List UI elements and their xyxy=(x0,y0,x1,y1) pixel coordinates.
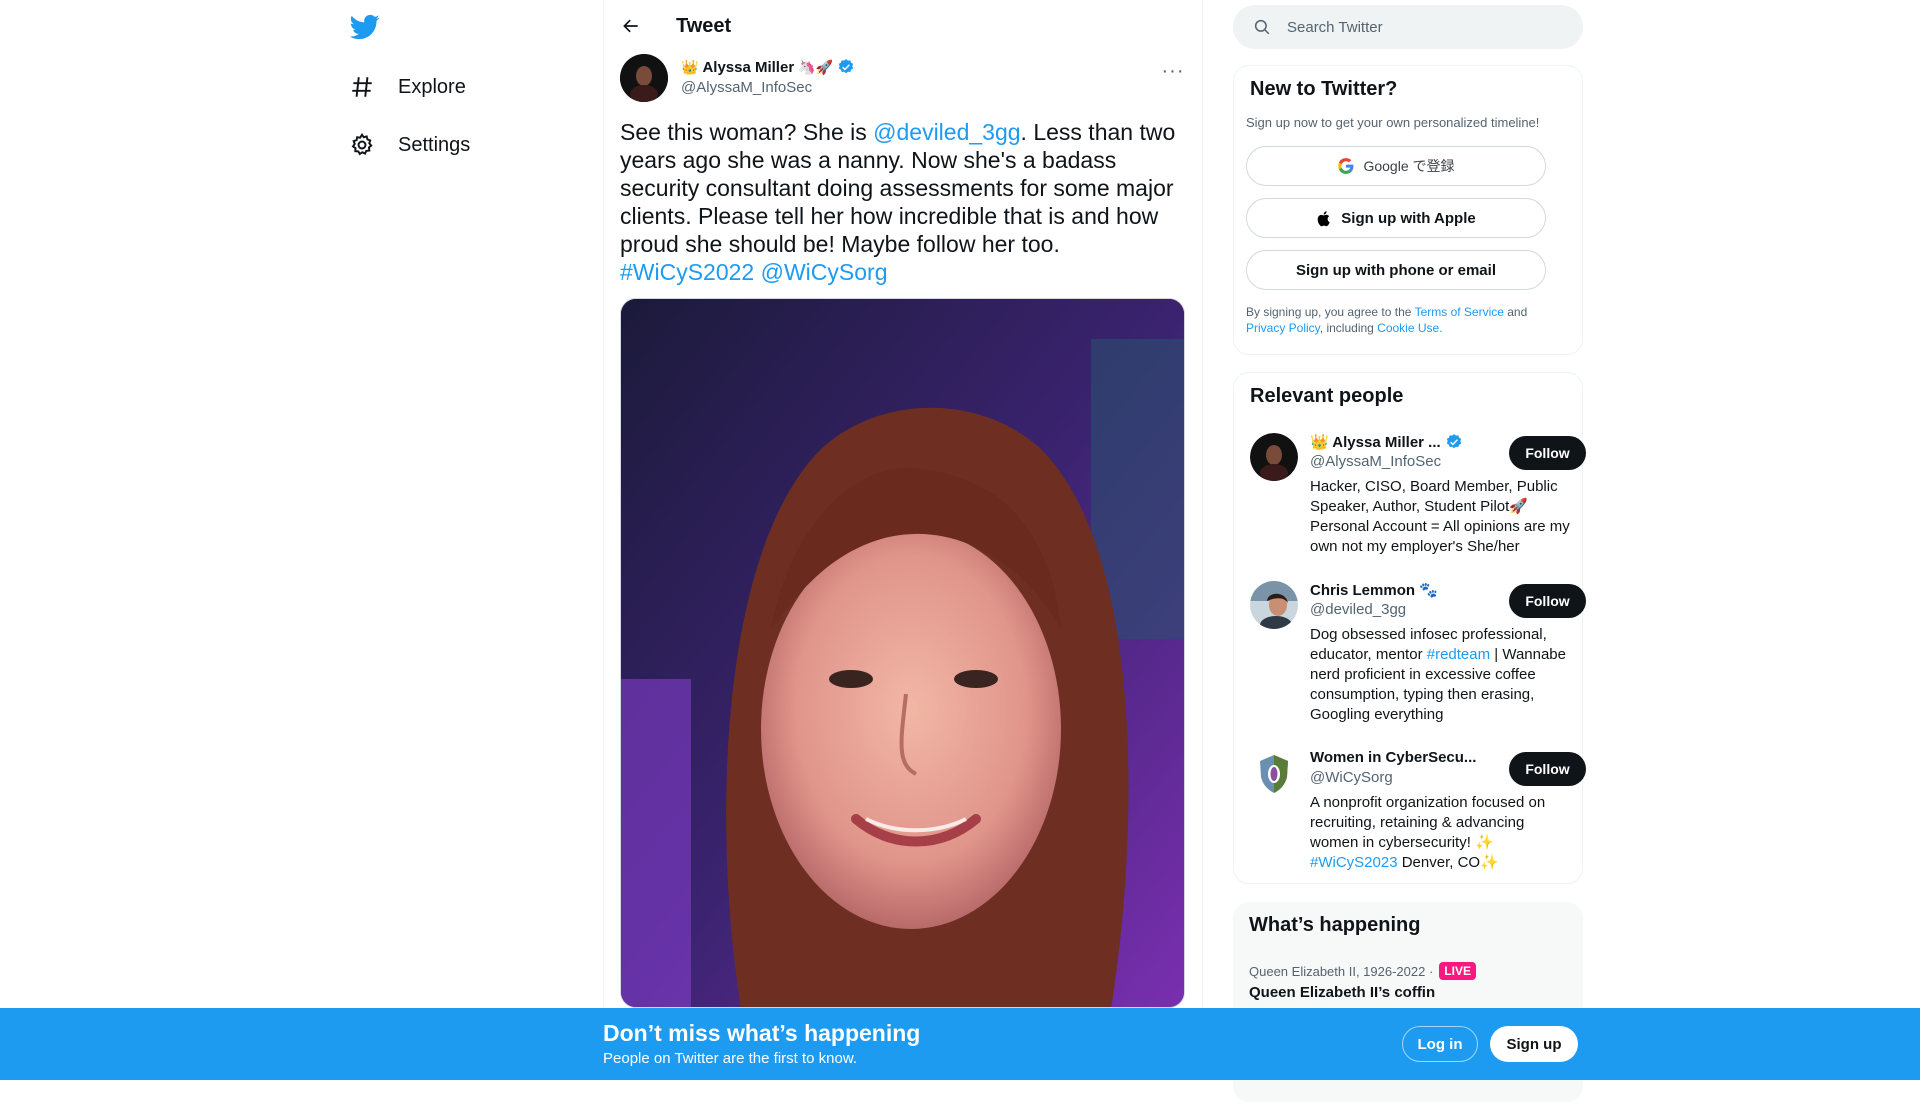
search-input[interactable] xyxy=(1287,18,1547,36)
person-name[interactable]: Women in CyberSecu... xyxy=(1310,749,1476,766)
person-bio-part1: A nonprofit organization focused on recr… xyxy=(1310,794,1546,851)
avatar[interactable] xyxy=(1250,581,1298,629)
person-handle[interactable]: @AlyssaM_InfoSec xyxy=(1310,453,1441,470)
person-bio: Hacker, CISO, Board Member, Public Speak… xyxy=(1310,478,1570,555)
signup-button[interactable]: Sign up xyxy=(1490,1026,1578,1062)
person-bio: A nonprofit organization focused on recr… xyxy=(1310,793,1572,873)
author-handle[interactable]: @AlyssaM_InfoSec xyxy=(681,79,812,96)
relevant-people-title: Relevant people xyxy=(1250,385,1404,407)
trend-meta-text: Queen Elizabeth II, 1926-2022 · xyxy=(1249,963,1434,979)
tweet-photo[interactable] xyxy=(620,298,1185,1008)
person-handle[interactable]: @WiCySorg xyxy=(1310,769,1393,786)
tweet-text: See this woman? She is @deviled_3gg. Les… xyxy=(620,118,1185,286)
hashtag-link[interactable]: #WiCyS2022 xyxy=(620,259,754,285)
author-emoji-suffix: 🦄🚀 xyxy=(798,58,834,75)
terms-text: By signing up, you agree to the Terms of… xyxy=(1246,304,1571,336)
banner-subtitle: People on Twitter are the first to know. xyxy=(603,1050,858,1067)
relevant-people-card: Relevant people 👑 Alyssa Miller ... @Aly… xyxy=(1233,372,1586,884)
follow-button[interactable]: Follow xyxy=(1509,436,1586,470)
terms-including: , including xyxy=(1319,321,1378,335)
cookie-use-link[interactable]: Cookie Use. xyxy=(1377,321,1442,335)
terms-and: and xyxy=(1503,305,1528,319)
banner-title: Don’t miss what’s happening xyxy=(603,1020,921,1046)
person-handle[interactable]: @deviled_3gg xyxy=(1310,601,1406,618)
gear-icon xyxy=(348,131,376,159)
page-title: Tweet xyxy=(676,15,732,37)
new-to-twitter-title: New to Twitter? xyxy=(1250,78,1398,100)
phone-email-signup-label: Sign up with phone or email xyxy=(1295,261,1496,279)
signup-banner: Don’t miss what’s happening People on Tw… xyxy=(0,1008,1920,1080)
crown-emoji: 👑 xyxy=(681,58,699,75)
avatar[interactable] xyxy=(1250,433,1298,481)
right-sidebar: New to Twitter? Sign up now to get your … xyxy=(1233,0,1586,1102)
person-name[interactable]: Chris Lemmon 🐾 xyxy=(1310,581,1438,599)
left-navigation: Explore Settings xyxy=(340,0,605,1080)
terms-prefix: By signing up, you agree to the xyxy=(1246,305,1415,319)
apple-signup-label: Sign up with Apple xyxy=(1341,209,1476,227)
more-options-icon[interactable]: ··· xyxy=(1156,56,1190,86)
author-avatar[interactable] xyxy=(620,54,668,102)
arrow-left-icon xyxy=(623,19,638,33)
main-header: Tweet xyxy=(604,0,1204,53)
new-to-twitter-subtitle: Sign up now to get your own personalized… xyxy=(1246,115,1540,130)
author-name-text: Alyssa Miller xyxy=(702,58,795,76)
nav-explore[interactable]: Explore xyxy=(348,61,484,113)
person-name-text: 👑 Alyssa Miller ... xyxy=(1310,434,1441,451)
terms-of-service-link[interactable]: Terms of Service xyxy=(1415,305,1504,319)
mention-link-2[interactable]: @WiCySorg xyxy=(761,259,888,285)
apple-icon xyxy=(1317,210,1330,226)
apple-signup-button[interactable]: Sign up with Apple xyxy=(1246,198,1546,238)
mention-link[interactable]: @deviled_3gg xyxy=(873,119,1020,145)
trend-meta: Queen Elizabeth II, 1926-2022 · LIVE xyxy=(1249,962,1476,980)
search-icon xyxy=(1254,19,1270,35)
follow-button[interactable]: Follow xyxy=(1509,752,1586,786)
hashtag-link[interactable]: #redteam xyxy=(1427,646,1490,663)
search-box[interactable] xyxy=(1233,5,1583,49)
person-bio: Dog obsessed infosec professional, educa… xyxy=(1310,625,1572,725)
follow-button[interactable]: Follow xyxy=(1509,584,1586,618)
nav-settings[interactable]: Settings xyxy=(348,119,488,171)
verified-badge-icon xyxy=(838,59,854,74)
login-button[interactable]: Log in xyxy=(1402,1026,1478,1062)
whats-happening-title: What’s happening xyxy=(1249,914,1421,936)
trend-title[interactable]: Queen Elizabeth II’s coffin xyxy=(1249,984,1435,1001)
person-bio-part2: Denver, CO✨ xyxy=(1397,854,1499,871)
tweet-text-part1: See this woman? She is xyxy=(620,119,874,145)
new-to-twitter-card: New to Twitter? Sign up now to get your … xyxy=(1233,65,1583,355)
hashtag-icon xyxy=(348,73,376,101)
back-button[interactable] xyxy=(614,9,648,43)
nav-explore-label: Explore xyxy=(398,75,466,98)
verified-badge-icon xyxy=(1446,434,1461,449)
google-signup-button[interactable]: Google で登録 xyxy=(1246,146,1546,186)
main-column: Tweet 👑 Alyssa Miller 🦄🚀 @AlyssaM_InfoSe… xyxy=(603,0,1203,1080)
person-name-text: Women in CyberSecu... xyxy=(1310,749,1477,766)
nav-settings-label: Settings xyxy=(398,133,471,156)
twitter-logo-icon[interactable] xyxy=(349,12,382,44)
author-name[interactable]: 👑 Alyssa Miller 🦄🚀 xyxy=(681,58,855,76)
person-name-text: Chris Lemmon 🐾 xyxy=(1310,582,1438,599)
tweet-author: 👑 Alyssa Miller 🦄🚀 @AlyssaM_InfoSec ··· xyxy=(620,54,1190,104)
privacy-policy-link[interactable]: Privacy Policy xyxy=(1246,321,1320,335)
phone-email-signup-button[interactable]: Sign up with phone or email xyxy=(1246,250,1546,290)
person-name[interactable]: 👑 Alyssa Miller ... xyxy=(1310,433,1463,451)
google-signup-label: Google で登録 xyxy=(1363,158,1455,174)
live-badge: LIVE xyxy=(1439,962,1476,980)
avatar[interactable] xyxy=(1250,749,1298,797)
google-icon xyxy=(1338,158,1354,174)
hashtag-link[interactable]: #WiCyS2023 xyxy=(1310,854,1398,871)
